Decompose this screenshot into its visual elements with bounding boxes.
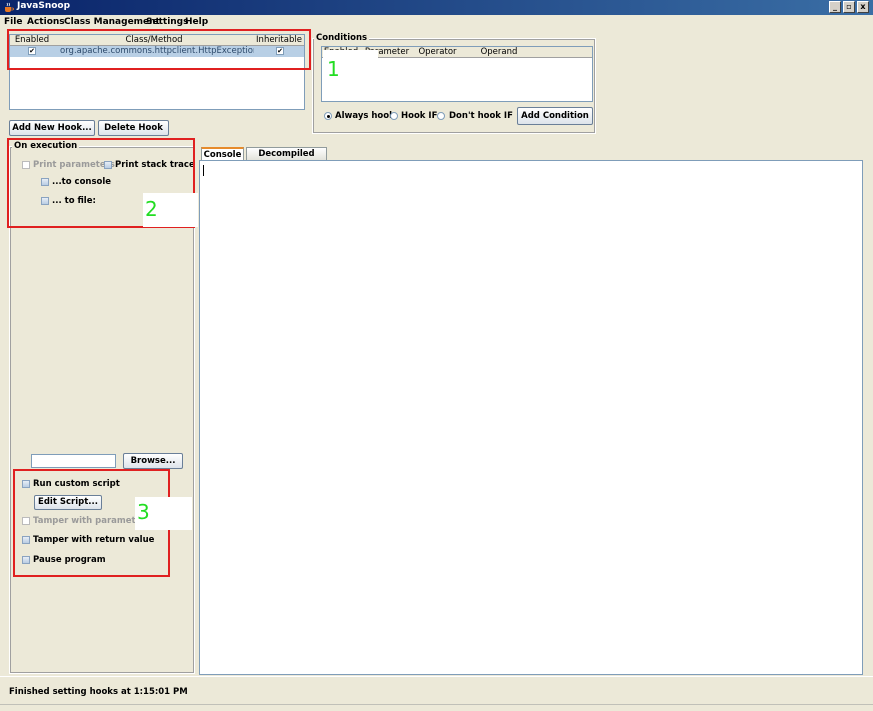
hook-if-radio[interactable] bbox=[390, 112, 398, 120]
browse-button[interactable]: Browse... bbox=[123, 453, 183, 469]
menu-file[interactable]: File bbox=[4, 17, 22, 27]
cond-col-blank bbox=[537, 47, 592, 58]
always-hook-radio[interactable] bbox=[324, 112, 332, 120]
window-title: JavaSnoop bbox=[17, 1, 71, 11]
minimize-button[interactable]: _ bbox=[829, 1, 841, 13]
java-cup-icon bbox=[5, 2, 14, 12]
status-bar: Finished setting hooks at 1:15:01 PM bbox=[0, 676, 873, 711]
add-new-hook-button[interactable]: Add New Hook... bbox=[9, 120, 95, 136]
delete-hook-button[interactable]: Delete Hook bbox=[98, 120, 169, 136]
console-output[interactable] bbox=[199, 160, 863, 675]
hook-if-label: Hook IF bbox=[401, 111, 438, 121]
annotation-2: 2 bbox=[145, 197, 158, 221]
cond-col-operand[interactable]: Operand bbox=[461, 47, 538, 58]
menu-help[interactable]: Help bbox=[185, 17, 208, 27]
maximize-button[interactable]: ▫ bbox=[843, 1, 855, 13]
status-divider bbox=[0, 704, 873, 705]
menu-bar: File Actions Class Management Settings H… bbox=[0, 16, 873, 29]
title-bar: JavaSnoop _ ▫ x bbox=[0, 0, 873, 15]
always-hook-label: Always hook bbox=[335, 111, 395, 121]
cond-col-operator[interactable]: Operator bbox=[414, 47, 462, 58]
status-text: Finished setting hooks at 1:15:01 PM bbox=[9, 687, 188, 697]
add-condition-button[interactable]: Add Condition bbox=[517, 107, 593, 125]
tab-decompiled-code[interactable]: Decompiled Code bbox=[246, 147, 327, 171]
dont-hook-if-label: Don't hook IF bbox=[449, 111, 513, 121]
annotation-1: 1 bbox=[327, 57, 340, 81]
menu-settings[interactable]: Settings bbox=[146, 17, 188, 27]
annotation-3: 3 bbox=[137, 500, 150, 524]
text-cursor bbox=[203, 165, 204, 176]
file-path-input[interactable] bbox=[31, 454, 116, 468]
highlight-box-1 bbox=[7, 29, 311, 70]
close-button[interactable]: x bbox=[857, 1, 869, 13]
dont-hook-if-radio[interactable] bbox=[437, 112, 445, 120]
menu-actions[interactable]: Actions bbox=[27, 17, 65, 27]
conditions-title: Conditions bbox=[314, 33, 370, 43]
tab-console[interactable]: Console bbox=[201, 147, 244, 161]
